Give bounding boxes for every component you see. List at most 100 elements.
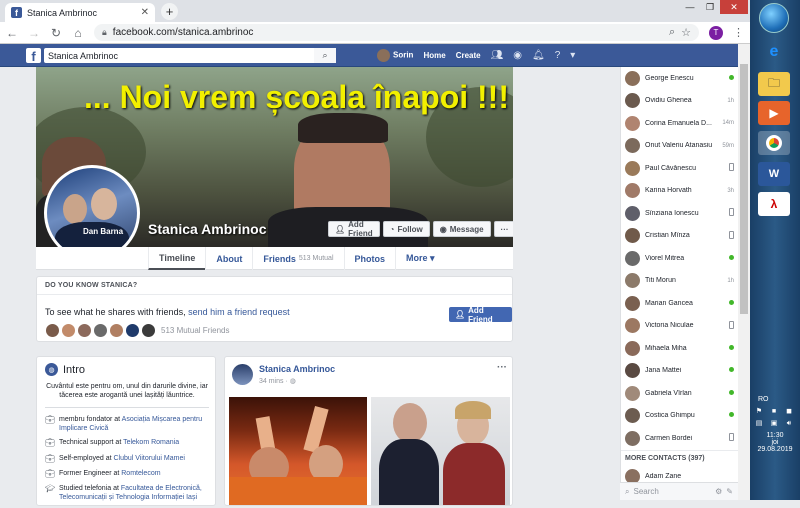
bookmark-star-icon[interactable]: ☆ (681, 26, 691, 39)
media-player-icon[interactable]: ▶ (758, 101, 790, 125)
chat-contact[interactable]: Jana Mattei (621, 360, 738, 383)
mutual-friend-avatar[interactable] (141, 323, 156, 338)
back-arrow-icon[interactable]: ← (6, 26, 18, 40)
chat-search-bar[interactable]: ⌕ Search ⚙ ✎ (620, 482, 738, 500)
post-time[interactable]: 34 mins · (259, 378, 290, 385)
chat-contact[interactable]: Corina Emanuela D... 14m (621, 112, 738, 135)
mutual-friend-avatar[interactable] (61, 323, 76, 338)
mutual-friend-avatar[interactable] (77, 323, 92, 338)
file-explorer-icon[interactable]: 🗀︎ (758, 72, 790, 96)
new-message-icon[interactable]: ✎ (726, 487, 733, 496)
follow-button[interactable]: ◔ Follow (382, 221, 430, 237)
facebook-search-input[interactable]: Stanica Ambrinoc (48, 51, 314, 61)
tray-volume-icon[interactable]: 🔊︎ (784, 419, 794, 428)
tab-about[interactable]: About (205, 247, 252, 270)
page-scrollbar[interactable] (738, 44, 750, 500)
add-friend-button[interactable]: 👤︎ Add Friend (328, 220, 380, 238)
language-indicator[interactable]: RO (752, 396, 798, 403)
search-icon[interactable]: ⌕ (314, 48, 336, 63)
home-icon[interactable]: ⌂ (72, 26, 84, 40)
user-profile-link[interactable]: Sorin (377, 49, 413, 62)
chat-contact[interactable]: Victoria Niculae (621, 315, 738, 338)
clock-time[interactable]: 11:30 (752, 432, 798, 439)
tray-app-icon[interactable]: ▣ (769, 419, 779, 428)
more-options-button[interactable]: ··· (493, 221, 513, 237)
post-options-button[interactable]: ··· (497, 362, 507, 373)
facebook-logo-icon[interactable]: f (26, 48, 41, 63)
browser-profile-avatar[interactable]: T (709, 25, 723, 40)
chat-contact[interactable]: Marian Gancea (621, 292, 738, 315)
intro-link[interactable]: Clubul Viitorului Mamei (113, 455, 184, 462)
maximize-icon[interactable]: ❐ (700, 0, 720, 14)
post-photo-1[interactable] (229, 397, 367, 505)
chat-contact[interactable]: Viorel Mitrea (621, 247, 738, 270)
chat-contact[interactable]: Onut Valeriu Atanasiu 59m (621, 135, 738, 158)
mutual-friends-count[interactable]: 513 Mutual Friends (161, 326, 229, 335)
windows-start-button[interactable] (759, 3, 789, 33)
mutual-friend-avatar[interactable] (125, 323, 140, 338)
notifications-bell-icon[interactable]: 🔔︎ (532, 50, 545, 61)
chat-contact[interactable]: Costica Ghimpu (621, 405, 738, 428)
mutual-friend-avatar[interactable] (93, 323, 108, 338)
mutual-friend-avatar[interactable] (45, 323, 60, 338)
send-friend-request-link[interactable]: send him a friend request (188, 307, 290, 317)
help-icon[interactable]: ? (555, 50, 561, 61)
contact-avatar (625, 138, 640, 154)
post-author-name[interactable]: Stanica Ambrinoc (259, 364, 335, 374)
chat-contact[interactable]: Cristian Mînza (621, 225, 738, 248)
acrobat-icon[interactable]: λ (758, 192, 790, 216)
chrome-taskbar-icon[interactable] (758, 131, 790, 155)
facebook-top-bar: f Stanica Ambrinoc ⌕ Sorin Home Create 👥… (0, 44, 750, 67)
internet-explorer-icon[interactable]: e (758, 40, 790, 64)
tray-network-icon[interactable]: ▤ (754, 419, 764, 428)
word-icon[interactable]: W (758, 162, 790, 186)
chat-contact[interactable]: Karina Horvath 3h (621, 180, 738, 203)
chat-contact[interactable]: Paul Căvănescu (621, 157, 738, 180)
tray-app-icon[interactable]: ◼ (784, 407, 794, 416)
address-bar[interactable]: 🔒︎ facebook.com/stanica.ambrinoc ⌕ ☆ (94, 24, 699, 41)
tab-friends[interactable]: Friends 513 Mutual (252, 247, 343, 270)
forward-arrow-icon[interactable]: → (28, 26, 40, 40)
window-close-icon[interactable]: ✕ (720, 0, 748, 14)
scrollbar-thumb[interactable] (740, 64, 748, 314)
browser-menu-icon[interactable]: ⋮ (733, 26, 744, 39)
post-photo-2[interactable] (371, 397, 510, 505)
minimize-icon[interactable]: — (680, 0, 700, 14)
tray-flag-icon[interactable]: ⚑ (754, 407, 764, 416)
mutual-friend-avatar[interactable] (109, 323, 124, 338)
close-tab-icon[interactable]: ✕ (141, 7, 149, 18)
messenger-icon[interactable]: ◉ (513, 50, 522, 61)
zoom-icon[interactable]: ⌕ (669, 26, 675, 39)
new-tab-button[interactable]: + (161, 3, 178, 20)
browser-tab[interactable]: f Stanica Ambrinoc ✕ (5, 3, 155, 22)
tab-timeline[interactable]: Timeline (148, 247, 206, 270)
nav-home-link[interactable]: Home (423, 51, 445, 60)
account-menu-chevron-icon[interactable]: ▾ (570, 50, 575, 61)
facebook-search[interactable]: Stanica Ambrinoc ⌕ (44, 48, 336, 63)
chat-settings-gear-icon[interactable]: ⚙ (715, 487, 722, 496)
online-dot-icon (729, 412, 734, 419)
friend-requests-icon[interactable]: 👥︎ (491, 50, 504, 61)
mutual-friends-row[interactable]: 513 Mutual Friends (45, 323, 229, 338)
message-button[interactable]: ◉ Message (432, 221, 491, 237)
intro-link[interactable]: Telekom Romania (123, 439, 179, 446)
tab-photos[interactable]: Photos (343, 247, 396, 270)
add-friend-card-button[interactable]: 👤︎ Add Friend (449, 306, 512, 324)
chat-contact[interactable]: Sînziana Ionescu (621, 202, 738, 225)
post-author-avatar[interactable] (232, 364, 253, 385)
dark-suit-shape (379, 439, 439, 505)
chat-contact[interactable]: Carmen Bordei (621, 427, 738, 450)
chat-contact[interactable]: Titi Morun 1h (621, 270, 738, 293)
tab-more[interactable]: More ▾ (395, 247, 445, 270)
chat-search-input[interactable]: Search (633, 487, 711, 496)
chat-contact[interactable]: Mihaela Miha (621, 337, 738, 360)
profile-name[interactable]: Stanica Ambrinoc (148, 221, 267, 237)
tray-app-icon[interactable]: ■ (769, 407, 779, 416)
chat-contact[interactable]: George Enescu (621, 67, 738, 90)
contact-name: Mihaela Miha (645, 344, 687, 352)
nav-create-link[interactable]: Create (456, 51, 481, 60)
reload-icon[interactable]: ↻ (50, 26, 62, 40)
chat-contact[interactable]: Ovidiu Ghenea 1h (621, 90, 738, 113)
chat-contact[interactable]: Gabriela Vîrlan (621, 382, 738, 405)
intro-link[interactable]: Romtelecom (121, 470, 160, 477)
